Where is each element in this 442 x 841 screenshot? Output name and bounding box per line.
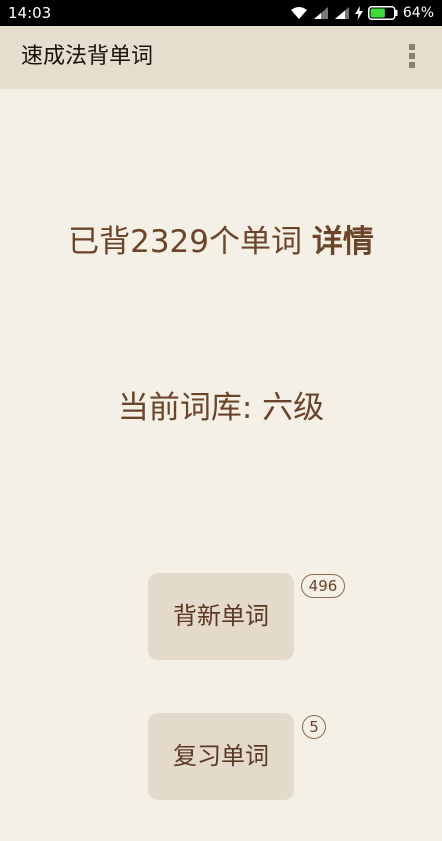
menu-dot	[409, 62, 415, 68]
app-bar: 速成法背单词	[0, 26, 442, 89]
review-count-badge: 5	[302, 715, 326, 739]
status-time: 14:03	[8, 4, 52, 22]
current-wordbook[interactable]: 当前词库: 六级	[0, 388, 442, 428]
review-words-button[interactable]: 复习单词	[148, 713, 294, 800]
learned-count-text: 已背2329个单词	[68, 224, 303, 260]
battery-percent: 64%	[402, 5, 434, 21]
new-words-count-badge: 496	[301, 574, 345, 598]
battery-icon	[367, 6, 398, 20]
learn-new-words-button[interactable]: 背新单词	[148, 573, 294, 660]
learned-words-summary: 已背2329个单词 详情	[0, 222, 442, 262]
wifi-icon	[290, 7, 307, 19]
signal-icon	[313, 7, 328, 19]
details-link[interactable]: 详情	[312, 224, 374, 260]
overflow-menu-icon[interactable]	[404, 44, 420, 72]
signal-icon	[334, 7, 349, 19]
menu-dot	[409, 44, 415, 50]
charging-icon	[354, 6, 363, 20]
menu-dot	[409, 53, 415, 59]
status-bar: 14:03 64%	[0, 0, 442, 26]
status-icons: 64%	[290, 3, 434, 23]
app-title: 速成法背单词	[21, 44, 154, 69]
